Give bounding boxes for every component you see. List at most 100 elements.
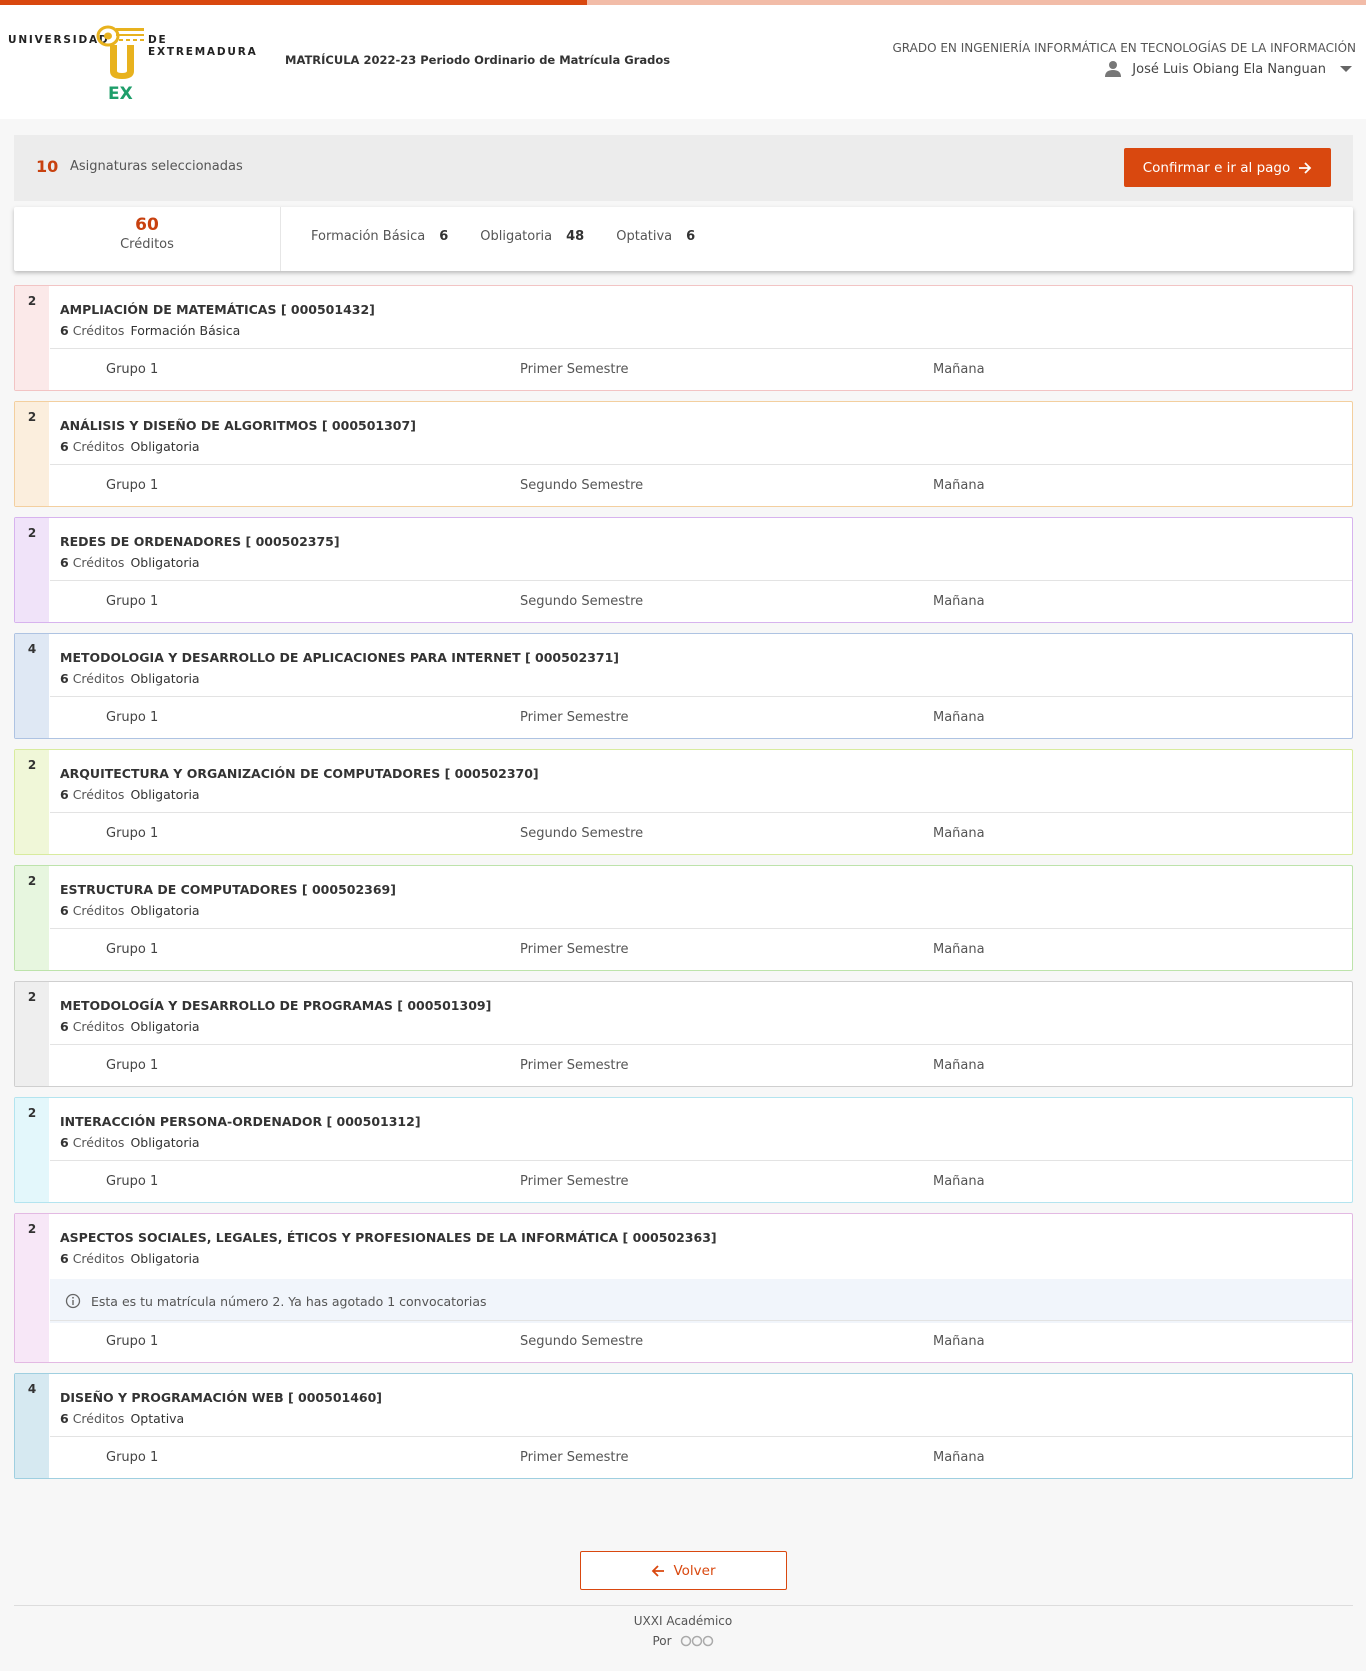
course-card[interactable]: 4 DISEÑO Y PROGRAMACIÓN WEB [ 000501460] 6… [14,1373,1353,1479]
course-credit-label: Créditos [72,903,125,918]
course-year: 2 [27,874,37,888]
course-title: AMPLIACIÓN DE MATEMÁTICAS [ 000501432] [60,302,375,317]
course-credit-value: 6 [60,1251,69,1266]
arrow-right-icon [1299,161,1312,174]
course-group-row: Grupo 1 Primer Semestre Mañana [50,1160,1352,1202]
course-group-row: Grupo 1 Segundo Semestre Mañana [50,1320,1352,1362]
course-credit-value: 6 [60,439,69,454]
footer-by: Por [0,1634,1366,1648]
course-card[interactable]: 2 REDES DE ORDENADORES [ 000502375] 6 Créd… [14,517,1353,623]
course-card[interactable]: 2 AMPLIACIÓN DE MATEMÁTICAS [ 000501432] 6… [14,285,1353,391]
course-year: 2 [27,990,37,1004]
credits-total-label: Créditos [120,237,174,252]
course-credit-label: Créditos [72,555,125,570]
course-credits: 6 Créditos Optativa [60,1411,184,1426]
page-title: MATRÍCULA 2022-23 Periodo Ordinario de M… [285,53,671,67]
course-credit-label: Créditos [72,1251,125,1266]
course-shift: Mañana [933,942,985,957]
course-year: 2 [27,526,37,540]
course-type: Optativa [130,1411,185,1426]
course-shift: Mañana [933,1334,985,1349]
course-credits: 6 Créditos Obligatoria [60,1251,200,1266]
course-type: Obligatoria [130,787,200,802]
course-title: METODOLOGIA Y DESARROLLO DE APLICACIONES… [60,650,619,665]
logo-text-left: UNIVERSIDAD [8,34,110,46]
course-semester: Primer Semestre [520,710,629,725]
course-group: Grupo 1 [106,710,159,725]
back-button-label: Volver [673,1562,716,1579]
course-shift: Mañana [933,1174,985,1189]
course-type: Obligatoria [130,1019,200,1034]
course-type: Obligatoria [130,555,200,570]
credits-total-value: 60 [135,215,159,235]
course-card[interactable]: 2 ANÁLISIS Y DISEÑO DE ALGORITMOS [ 00050… [14,401,1353,507]
course-group: Grupo 1 [106,942,159,957]
university-logo[interactable]: UNIVERSIDAD EX DE EXTREMADURA [8,23,258,109]
course-semester: Primer Semestre [520,1058,629,1073]
course-credits: 6 Créditos Obligatoria [60,671,200,686]
credit-type-basic: Formación Básica 6 [311,229,449,244]
course-type: Obligatoria [130,671,200,686]
course-credit-value: 6 [60,323,69,338]
course-credits: 6 Créditos Formación Básica [60,323,240,338]
vendor-logo-icon [680,1635,713,1647]
course-year: 4 [27,642,37,656]
course-group: Grupo 1 [106,362,159,377]
course-card[interactable]: 2 INTERACCIÓN PERSONA-ORDENADOR [ 0005013… [14,1097,1353,1203]
logo-text-right: DE EXTREMADURA [148,34,258,58]
course-group: Grupo 1 [106,826,159,841]
course-credit-label: Créditos [72,1019,125,1034]
course-group-row: Grupo 1 Primer Semestre Mañana [50,1436,1352,1478]
course-shift: Mañana [933,826,985,841]
course-credits: 6 Créditos Obligatoria [60,903,200,918]
back-button[interactable]: Volver [580,1551,787,1590]
course-year: 2 [27,294,37,308]
confirm-and-pay-button[interactable]: Confirmar e ir al pago [1124,148,1331,187]
credits-summary: 60 Créditos Formación Básica 6 Obligatori… [14,207,1353,271]
course-credit-label: Créditos [72,439,125,454]
course-shift: Mañana [933,1058,985,1073]
course-title: REDES DE ORDENADORES [ 000502375] [60,534,340,549]
course-shift: Mañana [933,362,985,377]
footer-app-name: UXXI Académico [633,1614,733,1628]
course-group-row: Grupo 1 Segundo Semestre Mañana [50,464,1352,506]
course-group-row: Grupo 1 Primer Semestre Mañana [50,696,1352,738]
course-shift: Mañana [933,710,985,725]
course-credit-value: 6 [60,555,69,570]
arrow-left-icon [652,1564,665,1577]
course-type: Obligatoria [130,903,200,918]
course-card[interactable]: 2 ARQUITECTURA Y ORGANIZACIÓN DE COMPUTAD… [14,749,1353,855]
course-semester: Primer Semestre [520,362,629,377]
course-credit-label: Créditos [72,1411,125,1426]
chevron-down-icon[interactable] [1340,65,1352,73]
user-menu[interactable]: José Luis Obiang Ela Nanguan [1104,60,1352,78]
course-year: 4 [27,1382,37,1396]
course-group-row: Grupo 1 Primer Semestre Mañana [50,1044,1352,1086]
header: UNIVERSIDAD EX DE EXTREMADURA MATRÍCULA … [0,5,1366,119]
course-credit-value: 6 [60,1019,69,1034]
course-shift: Mañana [933,1450,985,1465]
course-group: Grupo 1 [106,1450,159,1465]
uex-emblem-icon: EX [96,25,144,103]
course-card[interactable]: 2 ASPECTOS SOCIALES, LEGALES, ÉTICOS Y PR… [14,1213,1353,1363]
course-card[interactable]: 4 METODOLOGIA Y DESARROLLO DE APLICACIONE… [14,633,1353,739]
enrollment-notice: Esta es tu matrícula número 2. Ya has ag… [50,1279,1352,1323]
course-year: 2 [27,1222,37,1236]
course-group: Grupo 1 [106,594,159,609]
course-group-row: Grupo 1 Segundo Semestre Mañana [50,580,1352,622]
course-credit-value: 6 [60,1135,69,1150]
course-title: METODOLOGÍA Y DESARROLLO DE PROGRAMAS [ … [60,998,492,1013]
course-group-row: Grupo 1 Primer Semestre Mañana [50,928,1352,970]
course-title: DISEÑO Y PROGRAMACIÓN WEB [ 000501460] [60,1390,383,1405]
course-credits: 6 Créditos Obligatoria [60,787,200,802]
course-type: Obligatoria [130,1135,200,1150]
course-card[interactable]: 2 ESTRUCTURA DE COMPUTADORES [ 000502369]… [14,865,1353,971]
selection-summary: 10 Asignaturas seleccionadas Confirmar e… [14,135,1353,201]
course-shift: Mañana [933,594,985,609]
course-year: 2 [27,758,37,772]
course-credit-label: Créditos [72,787,125,802]
course-title: ANÁLISIS Y DISEÑO DE ALGORITMOS [ 000501… [60,418,416,433]
course-credits: 6 Créditos Obligatoria [60,1019,200,1034]
course-card[interactable]: 2 METODOLOGÍA Y DESARROLLO DE PROGRAMAS [… [14,981,1353,1087]
selected-count: 10 [36,157,59,176]
